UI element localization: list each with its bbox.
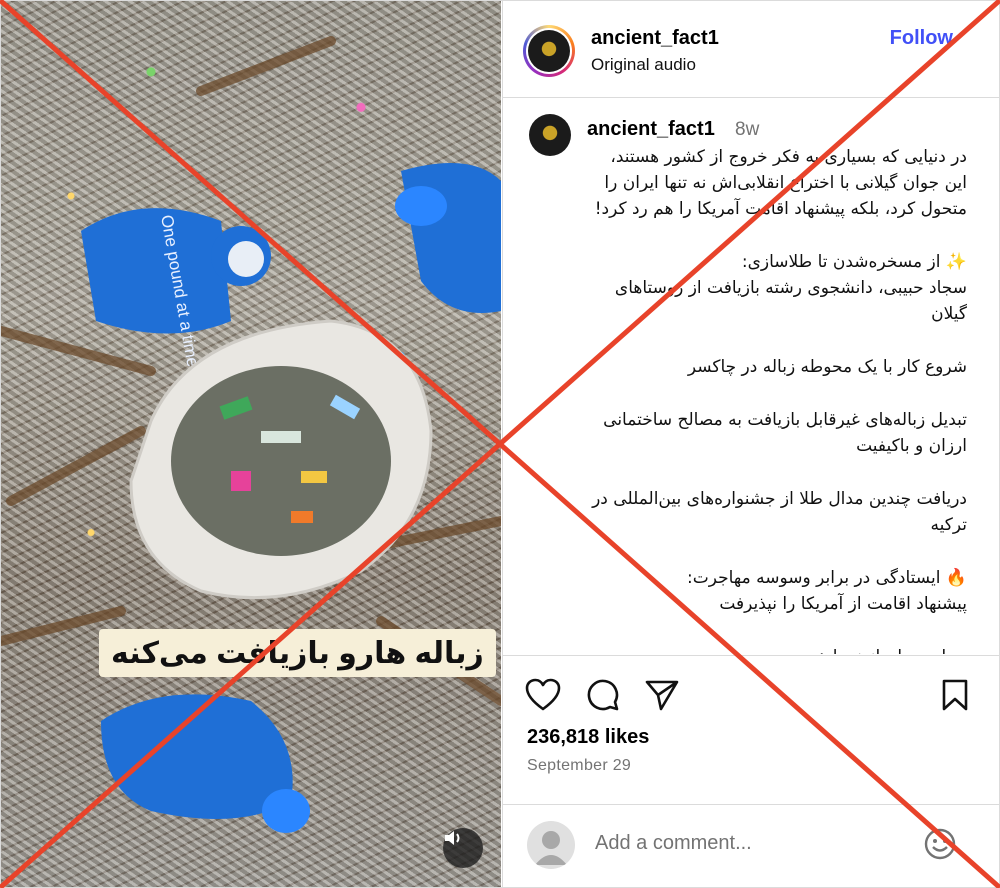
video-caption-overlay: زباله هارو بازیافت می‌کنه [99,629,496,677]
bookmark-icon [942,679,968,711]
share-button[interactable] [644,678,680,717]
avatar [528,30,570,72]
follow-button[interactable]: Follow [890,27,953,50]
caption-paragraph: ✨ از مسخره‌شدن تا طلاسازی: سجاد حبیبی، د… [614,252,967,324]
post-actions: 236,818 likes September 29 [503,655,999,887]
like-button[interactable] [525,678,561,717]
post-age: 8w [735,119,760,140]
instagram-post: One pound at a time. زباله هارو بازیافت … [0,0,1000,888]
worker-figure-right [401,163,501,313]
caption-area: ancient_fact1 8w در دنیایی که بسیاری به … [503,98,999,654]
comment-composer [503,804,999,887]
comment-input[interactable] [593,831,897,856]
audio-label[interactable]: Original audio [591,55,696,75]
comment-bubble-icon [587,679,619,711]
emoji-button[interactable] [923,827,957,866]
caption-paragraph: تبدیل زباله‌های غیرقابل بازیافت به مصالح… [603,410,967,456]
user-avatar-placeholder [527,821,575,869]
caption-username[interactable]: ancient_fact1 [587,118,715,141]
caption-avatar[interactable] [529,114,571,156]
user-silhouette-icon [535,831,567,865]
post-media[interactable]: One pound at a time. زباله هارو بازیافت … [1,1,501,887]
save-button[interactable] [941,678,969,717]
like-count[interactable]: 236,818 likes [527,726,649,749]
header-username[interactable]: ancient_fact1 [591,27,719,50]
speaker-icon [445,831,460,845]
post-date: September 29 [527,757,632,774]
media-scene: One pound at a time. [1,36,501,833]
story-ring[interactable] [523,25,575,77]
smiley-icon [924,828,956,860]
caption-paragraph: 🔥 ایستادگی در برابر وسوسه مهاجرت: پیشنها… [686,568,967,614]
comment-button[interactable] [586,678,620,717]
caption-text: در دنیایی که بسیاری به فکر خروج از کشور … [587,144,967,654]
caption-paragraph: دریافت چندین مدال طلا از جشنواره‌های بین… [592,489,967,535]
post-header: ancient_fact1 Original audio Follow [503,1,999,98]
post-side-panel: ancient_fact1 Original audio Follow anci… [502,1,999,887]
caption-paragraph: شروع کار با یک محوطه زباله در چاکسر [687,357,967,377]
heart-icon [525,678,561,711]
worker-figure-bottom [101,694,293,819]
caption-paragraph: جمله به یادماندنی او: [587,644,967,654]
caption-paragraph: در دنیایی که بسیاری به فکر خروج از کشور … [594,147,967,219]
paper-plane-icon [645,680,679,711]
mute-toggle-button[interactable] [443,828,483,868]
